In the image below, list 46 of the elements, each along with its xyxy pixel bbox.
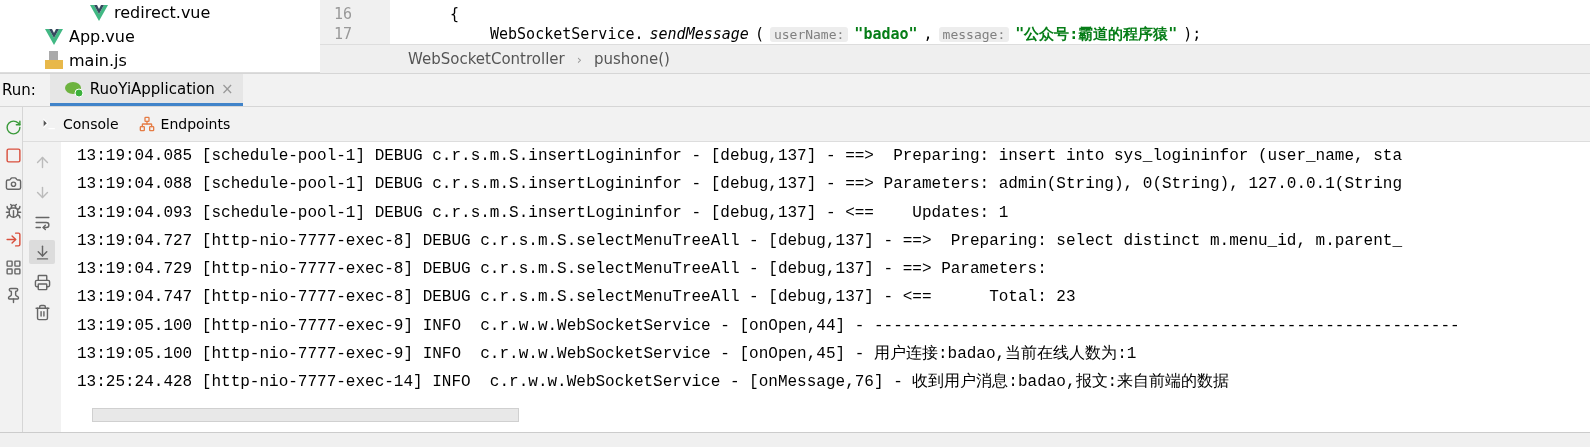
pin-icon[interactable] bbox=[5, 287, 22, 304]
log-line: 13:19:04.085 [schedule-pool-1] DEBUG c.r.s.m.S.insertLogininfor - [debug,137] - ==> Preparing: insert into sys_logininfor (user_name, sta bbox=[77, 146, 1403, 167]
code-text: WebSocketService. bbox=[490, 25, 644, 43]
console-tab[interactable]: Endpoints bbox=[132, 116, 237, 132]
log-line: 13:19:04.747 [http-nio-7777-exec-8] DEBUG c.r.s.m.S.selectMenuTreeAll - [debug,137] - <== Total: 23 bbox=[77, 287, 1077, 309]
code-text: , bbox=[923, 25, 933, 43]
code-text: sendMessage bbox=[649, 25, 749, 43]
console-tab[interactable]: Console bbox=[35, 116, 125, 132]
code-text: { bbox=[450, 5, 460, 23]
file-name[interactable]: main.js bbox=[69, 50, 127, 70]
breadcrumb-separator: › bbox=[576, 51, 582, 67]
log-line: 13:25:24.428 [http-nio-7777-exec-14] INFO c.r.w.w.WebSocketService - [onMessage,76] - 收到用户消息:badao,报文:来自前端的数据 bbox=[77, 371, 1231, 394]
code-text: ); bbox=[1183, 25, 1202, 43]
code-text: "badao" bbox=[854, 25, 918, 43]
breadcrumb-item[interactable]: pushone() bbox=[593, 50, 670, 68]
run-label: Run: bbox=[2, 81, 37, 99]
breadcrumb-item[interactable]: WebSocketController bbox=[408, 50, 565, 68]
log-line: 13:19:05.100 [http-nio-7777-exec-9] INFO c.r.w.w.WebSocketService - [onOpen,44] - ------------------------------------------------------------- bbox=[77, 315, 1461, 337]
log-line: 13:19:04.093 [schedule-pool-1] DEBUG c.r.s.m.S.insertLogininfor - [debug,137] - <== Updates: 1 bbox=[77, 202, 1010, 224]
endpoints-icon bbox=[138, 116, 155, 132]
parameter-hint: message: bbox=[938, 26, 1010, 42]
run-tab[interactable]: RuoYiApplication × bbox=[49, 74, 244, 106]
terminal-icon bbox=[41, 116, 57, 132]
parameter-hint: userName: bbox=[769, 26, 849, 42]
file-name[interactable]: redirect.vue bbox=[114, 3, 211, 23]
log-line: 13:19:04.088 [schedule-pool-1] DEBUG c.r.s.m.S.insertLogininfor - [debug,137] - ==> Parameters: admin(String), 0(String), 127.0.0.1(String bbox=[77, 174, 1403, 196]
file-name[interactable]: App.vue bbox=[69, 27, 135, 46]
rerun-icon[interactable] bbox=[5, 119, 22, 136]
scroll-to-end-icon[interactable] bbox=[29, 240, 55, 264]
camera-icon[interactable] bbox=[5, 175, 22, 192]
login-icon[interactable] bbox=[5, 231, 22, 248]
log-line: 13:19:04.727 [http-nio-7777-exec-8] DEBUG c.r.s.m.S.selectMenuTreeAll - [debug,137] - ==> Preparing: select distinct m.menu_id, m.parent_ bbox=[77, 230, 1403, 252]
horizontal-scrollbar[interactable] bbox=[92, 408, 519, 422]
app-icon bbox=[63, 79, 84, 98]
line-number: 17 bbox=[333, 24, 354, 44]
code-text: ( bbox=[754, 25, 764, 43]
vue-file-icon bbox=[45, 28, 63, 45]
log-line: 13:19:04.729 [http-nio-7777-exec-8] DEBUG c.r.s.m.S.selectMenuTreeAll - [debug,137] - ==> Parameters: bbox=[77, 259, 1048, 281]
bug-icon[interactable] bbox=[5, 203, 22, 220]
layout-icon[interactable] bbox=[5, 259, 22, 276]
log-line: 13:19:05.100 [http-nio-7777-exec-9] INFO c.r.w.w.WebSocketService - [onOpen,45] - 用户连接:badao,当前在线人数为:1 bbox=[77, 343, 1138, 366]
js-file-icon bbox=[45, 51, 63, 70]
stop-icon[interactable] bbox=[5, 147, 22, 164]
vue-file-icon bbox=[90, 4, 108, 21]
code-text: "公众号:霸道的程序猿" bbox=[1015, 24, 1178, 44]
line-number: 16 bbox=[333, 4, 354, 24]
